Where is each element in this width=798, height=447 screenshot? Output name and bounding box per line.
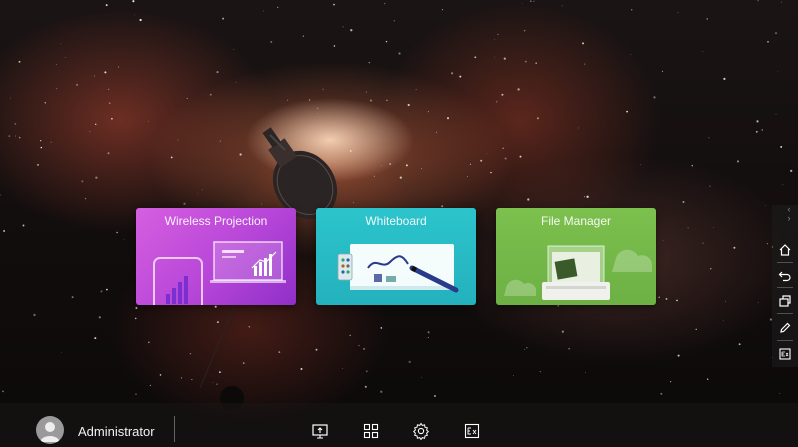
recent-windows-button[interactable] — [772, 290, 798, 312]
side-divider — [777, 340, 793, 341]
projection-icon — [312, 424, 328, 439]
pen-icon — [780, 322, 791, 333]
side-divider — [777, 287, 793, 288]
file-manager-illustration — [504, 245, 653, 300]
side-toolbar — [772, 205, 798, 367]
file-manager-tile[interactable]: File Manager — [496, 208, 656, 305]
user-name[interactable]: Administrator — [78, 424, 155, 439]
taskbar-divider — [174, 416, 175, 442]
avatar[interactable] — [36, 416, 64, 444]
note-icon — [779, 348, 791, 360]
note-button[interactable] — [772, 343, 798, 365]
settings-gear-icon — [412, 422, 430, 440]
back-button[interactable] — [772, 264, 798, 286]
apps-button[interactable] — [360, 420, 382, 442]
side-divider — [777, 313, 793, 314]
projection-button[interactable] — [309, 420, 331, 442]
side-divider — [777, 262, 793, 263]
annotate-pen-button[interactable] — [772, 317, 798, 339]
home-icon — [779, 244, 791, 256]
recent-windows-icon — [779, 295, 791, 307]
settings-button[interactable] — [410, 420, 432, 442]
note-icon — [464, 423, 480, 439]
projection-illustration — [153, 241, 286, 305]
whiteboard-tile[interactable]: Whiteboard — [316, 208, 476, 305]
whiteboard-illustration — [337, 244, 459, 293]
back-icon — [778, 271, 791, 282]
user-icon — [40, 422, 60, 442]
home-button[interactable] — [772, 239, 798, 261]
apps-grid-icon — [363, 423, 379, 439]
wireless-projection-tile[interactable]: Wireless Projection — [136, 208, 296, 305]
note-button-taskbar[interactable] — [461, 420, 483, 442]
